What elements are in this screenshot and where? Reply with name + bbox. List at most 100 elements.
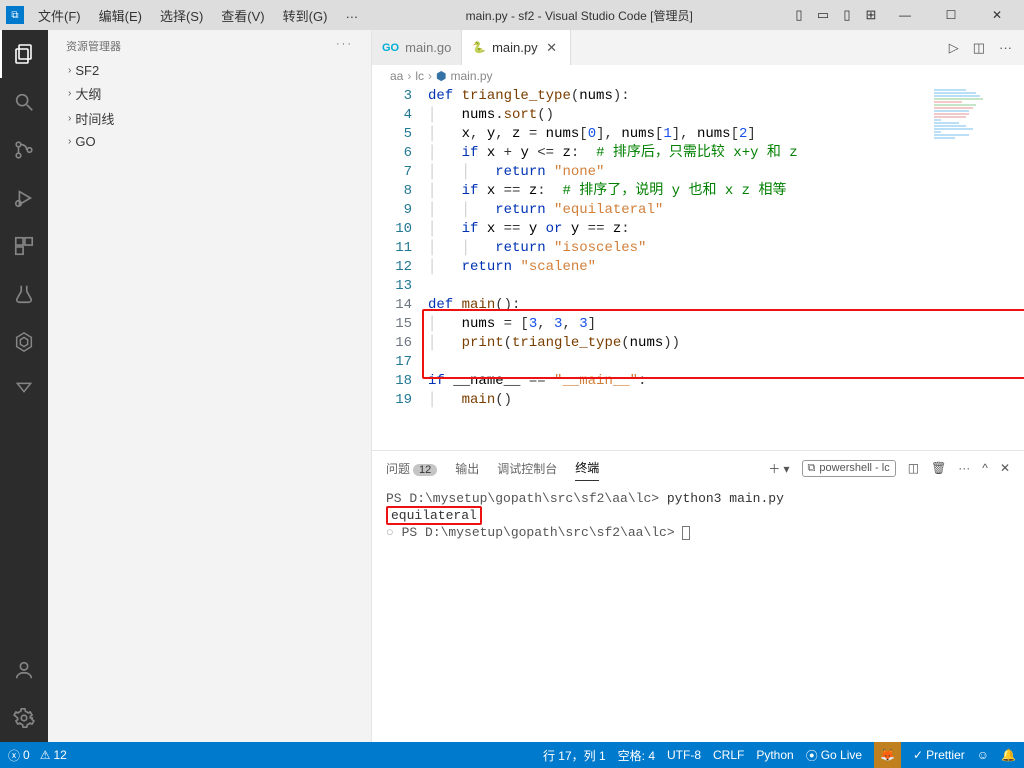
line-number: 6 <box>372 144 428 163</box>
code-line[interactable]: │ │ return "none" <box>428 163 604 182</box>
line-number: 12 <box>372 258 428 277</box>
tree-label: 大纲 <box>75 84 101 103</box>
line-number: 18 <box>372 372 428 391</box>
terminal-command: python3 main.py <box>667 491 784 506</box>
menu-file[interactable]: 文件(F) <box>30 2 89 29</box>
status-warnings[interactable]: ⚠12 <box>40 748 67 762</box>
window-title: main.py - sf2 - Visual Studio Code [管理员] <box>366 7 792 24</box>
code-line[interactable]: │ main() <box>428 391 512 410</box>
chevron-right-icon: › <box>68 88 71 99</box>
status-bell-icon[interactable]: 🔔 <box>1001 748 1016 762</box>
menu-edit[interactable]: 编辑(E) <box>91 2 150 29</box>
status-golive[interactable]: ⦿ Go Live <box>806 747 862 764</box>
terminal-output: equilateral <box>391 508 477 523</box>
maximize-panel-icon[interactable]: ^ <box>982 461 988 475</box>
code-line[interactable]: def triangle_type(nums): <box>428 87 630 106</box>
testing-icon[interactable] <box>0 270 48 318</box>
go-file-icon: GO <box>382 42 399 54</box>
terminal-selector[interactable]: ⧉ powershell - lc <box>802 460 896 477</box>
code-line[interactable]: │ if x == z: # 排序了，说明 y 也和 x z 相等 <box>428 182 786 201</box>
highlight-box-output: equilateral <box>386 506 482 525</box>
menu-more[interactable]: … <box>337 2 366 29</box>
run-debug-icon[interactable] <box>0 174 48 222</box>
code-line[interactable]: │ return "scalene" <box>428 258 596 277</box>
bottom-panel: 问题12 输出 调试控制台 终端 ＋ ▾ ⧉ powershell - lc ◫… <box>372 450 1024 742</box>
window-controls: ― ☐ ✕ <box>882 0 1020 30</box>
terminal-cursor <box>682 526 690 540</box>
minimap[interactable] <box>934 89 1004 149</box>
line-number: 5 <box>372 125 428 144</box>
crumb[interactable]: aa <box>390 69 403 83</box>
status-gold-block[interactable]: 🦊 <box>874 742 901 768</box>
remote-explorer-icon[interactable] <box>0 318 48 366</box>
tab-main-py[interactable]: 🐍 main.py ✕ <box>462 30 570 65</box>
panel-more-icon[interactable]: ··· <box>958 461 970 475</box>
account-icon[interactable] <box>0 646 48 694</box>
panel-tab-debug[interactable]: 调试控制台 <box>497 456 557 481</box>
maximize-button[interactable]: ☐ <box>928 0 974 30</box>
code-line[interactable]: │ │ return "equilateral" <box>428 201 663 220</box>
tree-item-sf2[interactable]: ›SF2 <box>48 60 371 81</box>
menu-bar: 文件(F) 编辑(E) 选择(S) 查看(V) 转到(G) … <box>30 2 366 29</box>
menu-select[interactable]: 选择(S) <box>152 2 211 29</box>
line-number: 19 <box>372 391 428 410</box>
tree-label: 时间线 <box>75 109 114 128</box>
code-editor[interactable]: 3def triangle_type(nums):4│ nums.sort()5… <box>372 87 1024 450</box>
code-line[interactable]: │ if x == y or y == z: <box>428 220 630 239</box>
status-encoding[interactable]: UTF-8 <box>667 748 701 762</box>
code-line[interactable]: │ if x + y <= z: # 排序后，只需比较 x+y 和 z <box>428 144 798 163</box>
status-language[interactable]: Python <box>756 748 793 762</box>
code-line[interactable]: │ x, y, z = nums[0], nums[1], nums[2] <box>428 125 756 144</box>
python-file-icon: 🐍 <box>472 41 486 54</box>
search-icon[interactable] <box>0 78 48 126</box>
status-prettier[interactable]: ✓ Prettier <box>913 748 965 762</box>
code-line[interactable]: │ │ return "isosceles" <box>428 239 646 258</box>
bookmark-icon[interactable] <box>0 366 48 414</box>
tree-item-go[interactable]: ›GO <box>48 131 371 152</box>
status-feedback-icon[interactable]: ☺ <box>977 748 989 762</box>
tree-item-timeline[interactable]: ›时间线 <box>48 106 371 131</box>
panel-right-icon[interactable]: ▯ <box>840 7 854 23</box>
close-button[interactable]: ✕ <box>974 0 1020 30</box>
tab-main-go[interactable]: GO main.go <box>372 30 462 65</box>
sidebar-header: 资源管理器 ··· <box>48 30 371 60</box>
panel-tab-terminal[interactable]: 终端 <box>575 455 599 481</box>
menu-goto[interactable]: 转到(G) <box>275 2 336 29</box>
editor-more-icon[interactable]: ··· <box>999 40 1012 55</box>
extensions-icon[interactable] <box>0 222 48 270</box>
line-number: 3 <box>372 87 428 106</box>
crumb[interactable]: main.py <box>451 69 493 83</box>
crumb[interactable]: lc <box>415 69 424 83</box>
kill-terminal-icon[interactable]: 🗑 <box>931 461 946 475</box>
panel-toggle-icon[interactable]: ▯ <box>792 7 806 23</box>
status-spaces[interactable]: 空格: 4 <box>618 747 655 764</box>
status-eol[interactable]: CRLF <box>713 748 744 762</box>
sidebar-more-icon[interactable]: ··· <box>336 38 353 54</box>
breadcrumbs[interactable]: aa› lc› ⬢ main.py <box>372 65 1024 87</box>
tab-close-icon[interactable]: ✕ <box>544 40 560 56</box>
terminal[interactable]: PS D:\mysetup\gopath\src\sf2\aa\lc> pyth… <box>372 481 1024 742</box>
line-number: 7 <box>372 163 428 182</box>
run-icon[interactable]: ▷ <box>949 40 959 56</box>
code-line[interactable]: │ nums.sort() <box>428 106 554 125</box>
explorer-icon[interactable] <box>0 30 48 78</box>
menu-view[interactable]: 查看(V) <box>213 2 272 29</box>
panel-tab-problems[interactable]: 问题12 <box>386 456 437 481</box>
minimize-button[interactable]: ― <box>882 0 928 30</box>
panel-bottom-icon[interactable]: ▭ <box>816 7 830 23</box>
source-control-icon[interactable] <box>0 126 48 174</box>
split-editor-icon[interactable]: ◫ <box>973 40 985 56</box>
explorer-sidebar: 资源管理器 ··· ›SF2 › 大纲 ›时间线 ›GO <box>48 30 372 742</box>
panel-tab-output[interactable]: 输出 <box>455 456 479 481</box>
status-errors[interactable]: ⓧ0 <box>8 747 30 764</box>
settings-icon[interactable] <box>0 694 48 742</box>
new-terminal-icon[interactable]: ＋ ▾ <box>768 460 789 477</box>
activity-bar <box>0 30 48 742</box>
branch-indicator-icon: ○ <box>386 525 402 540</box>
status-ln-col[interactable]: 行 17，列 1 <box>543 747 606 764</box>
title-bar: ⧉ 文件(F) 编辑(E) 选择(S) 查看(V) 转到(G) … main.p… <box>0 0 1024 30</box>
layout-icon[interactable]: ⊞ <box>864 7 878 23</box>
split-terminal-icon[interactable]: ◫ <box>908 461 919 475</box>
close-panel-icon[interactable]: ✕ <box>1000 461 1010 475</box>
tree-item-outline[interactable]: › 大纲 <box>48 81 371 106</box>
